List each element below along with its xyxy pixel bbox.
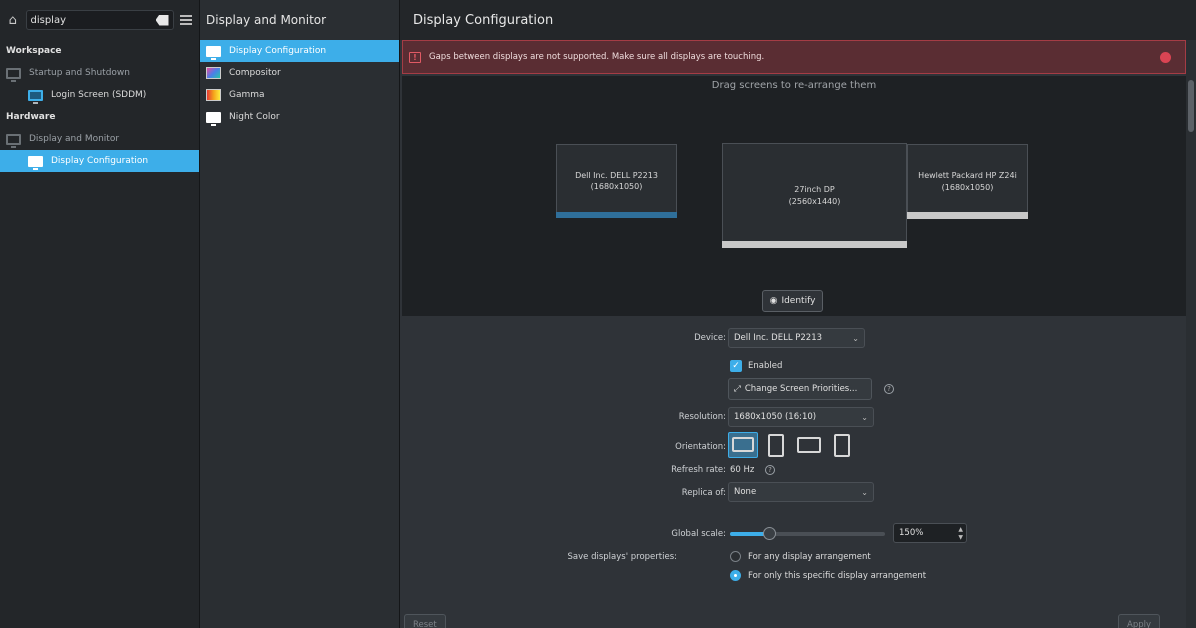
- scale-slider-handle[interactable]: [762, 527, 776, 540]
- screen-name: Dell Inc. DELL P2213: [575, 170, 658, 180]
- login-screen-icon: [28, 89, 43, 104]
- category-item-label: Display Configuration: [229, 46, 327, 56]
- error-message: Gaps between displays are not supported.…: [429, 52, 765, 62]
- error-banner: ! Gaps between displays are not supporte…: [402, 40, 1186, 74]
- sidebar-item-startup[interactable]: Startup and Shutdown: [0, 62, 199, 84]
- device-label: Device:: [694, 333, 726, 343]
- monitor-icon: [6, 133, 21, 148]
- save-properties-label: Save displays' properties:: [567, 552, 677, 562]
- screen-27inch[interactable]: 27inch DP (2560x1440): [722, 143, 907, 248]
- screen-name: 27inch DP: [794, 185, 835, 195]
- identify-label: Identify: [781, 296, 816, 306]
- chevron-down-icon: ⌄: [861, 412, 868, 422]
- drag-hint: Drag screens to re-arrange them: [711, 80, 877, 91]
- chevron-down-icon: ⌄: [852, 333, 859, 343]
- home-icon[interactable]: ⌂: [6, 11, 20, 29]
- screen-bar: [907, 212, 1028, 219]
- category-item-compositor[interactable]: Compositor: [200, 62, 399, 84]
- save-any-label: For any display arrangement: [748, 552, 871, 562]
- resolution-combo[interactable]: 1680x1050 (16:10) ⌄: [728, 407, 874, 427]
- enabled-checkbox[interactable]: ✓: [730, 360, 742, 372]
- sidebar-item-label: Login Screen (SDDM): [51, 90, 147, 100]
- enabled-label: Enabled: [748, 361, 783, 371]
- sidebar-item-display-monitor[interactable]: Display and Monitor: [0, 128, 199, 150]
- screen-dell[interactable]: Dell Inc. DELL P2213 (1680x1050): [556, 144, 677, 218]
- priorities-label: Change Screen Priorities...: [744, 384, 858, 394]
- gamma-icon: [206, 89, 221, 101]
- scrollbar[interactable]: [1186, 40, 1196, 628]
- sidebar-item-display-configuration[interactable]: Display Configuration: [0, 150, 199, 172]
- reset-button[interactable]: Reset: [404, 614, 446, 628]
- change-priorities-button[interactable]: ⤢ Change Screen Priorities...: [728, 378, 872, 400]
- category-item-night-color[interactable]: Night Color: [200, 106, 399, 128]
- replica-value: None: [734, 487, 757, 497]
- compositor-icon: [206, 67, 221, 79]
- save-specific-radio[interactable]: [730, 570, 741, 581]
- save-any-radio[interactable]: [730, 551, 741, 562]
- scale-value: 150%: [899, 528, 924, 538]
- close-icon[interactable]: [1160, 52, 1171, 63]
- sidebar-item-label: Startup and Shutdown: [29, 68, 130, 78]
- page-title: Display Configuration: [400, 0, 1196, 40]
- category-item-label: Gamma: [229, 90, 265, 100]
- screen-bar: [722, 241, 907, 248]
- resolution-value: 1680x1050 (16:10): [734, 412, 817, 422]
- sidebar-item-label: Display Configuration: [51, 156, 149, 166]
- chevron-down-icon: ⌄: [861, 487, 868, 497]
- screen-hp[interactable]: Hewlett Packard HP Z24i (1680x1050): [907, 144, 1028, 219]
- category-item-label: Night Color: [229, 112, 280, 122]
- category-item-label: Compositor: [229, 68, 281, 78]
- identify-icon: ◉: [769, 296, 778, 306]
- sidebar-item-login-screen[interactable]: Login Screen (SDDM): [0, 84, 199, 106]
- portrait-flipped-icon[interactable]: [834, 434, 850, 457]
- save-specific-label: For only this specific display arrangeme…: [748, 571, 927, 581]
- warning-icon: !: [409, 51, 421, 63]
- night-color-icon: [206, 111, 221, 126]
- display-config-icon: [206, 45, 221, 60]
- display-config-icon: [28, 155, 43, 170]
- screen-arrangement-area: Drag screens to re-arrange them Dell Inc…: [402, 76, 1186, 316]
- category-title: Display and Monitor: [206, 13, 327, 27]
- sidebar-item-label: Display and Monitor: [29, 134, 120, 144]
- screen-name: Hewlett Packard HP Z24i: [918, 171, 1017, 181]
- resolution-label: Resolution:: [678, 412, 726, 422]
- refresh-label: Refresh rate:: [671, 465, 726, 475]
- search-input[interactable]: [30, 14, 156, 26]
- screen-resolution: (1680x1050): [590, 182, 643, 191]
- main-panel: Display Configuration ! Gaps between dis…: [400, 0, 1196, 628]
- scale-spinbox[interactable]: 150% ▲ ▼: [893, 523, 967, 543]
- device-value: Dell Inc. DELL P2213: [734, 333, 823, 343]
- edit-icon: ⤢: [734, 384, 741, 394]
- sidebar-section-workspace: Workspace: [6, 46, 62, 56]
- help-icon[interactable]: ?: [765, 465, 775, 475]
- landscape-flipped-icon[interactable]: [797, 437, 821, 453]
- startup-icon: [6, 67, 21, 82]
- sidebar-section-hardware: Hardware: [6, 112, 56, 122]
- menu-button[interactable]: [180, 11, 194, 29]
- replica-combo[interactable]: None ⌄: [728, 482, 874, 502]
- replica-label: Replica of:: [681, 488, 726, 498]
- refresh-value: 60 Hz: [730, 465, 755, 475]
- category-item-gamma[interactable]: Gamma: [200, 84, 399, 106]
- clear-search-icon[interactable]: [155, 14, 169, 26]
- portrait-icon[interactable]: [768, 434, 784, 457]
- scale-label: Global scale:: [671, 529, 726, 539]
- orientation-label: Orientation:: [675, 442, 726, 452]
- apply-button[interactable]: Apply: [1118, 614, 1160, 628]
- sidebar: ⌂ Workspace Startup and Shutdown Login S…: [0, 0, 200, 628]
- sidebar-toolbar: ⌂: [0, 0, 199, 40]
- landscape-icon: [732, 437, 754, 452]
- device-combo[interactable]: Dell Inc. DELL P2213 ⌄: [728, 328, 865, 348]
- scrollbar-thumb[interactable]: [1188, 80, 1194, 132]
- identify-button[interactable]: ◉ Identify: [762, 290, 823, 312]
- hamburger-icon: [180, 15, 193, 25]
- screen-resolution: (2560x1440): [788, 196, 841, 206]
- search-field[interactable]: [25, 10, 174, 30]
- screen-resolution: (1680x1050): [941, 182, 994, 192]
- spin-arrows-icon[interactable]: ▲ ▼: [958, 526, 963, 542]
- help-icon[interactable]: ?: [884, 384, 894, 394]
- screen-selection-bar: [556, 212, 677, 218]
- category-column: Display and Monitor Display Configuratio…: [200, 0, 400, 628]
- category-item-display-configuration[interactable]: Display Configuration: [200, 40, 399, 62]
